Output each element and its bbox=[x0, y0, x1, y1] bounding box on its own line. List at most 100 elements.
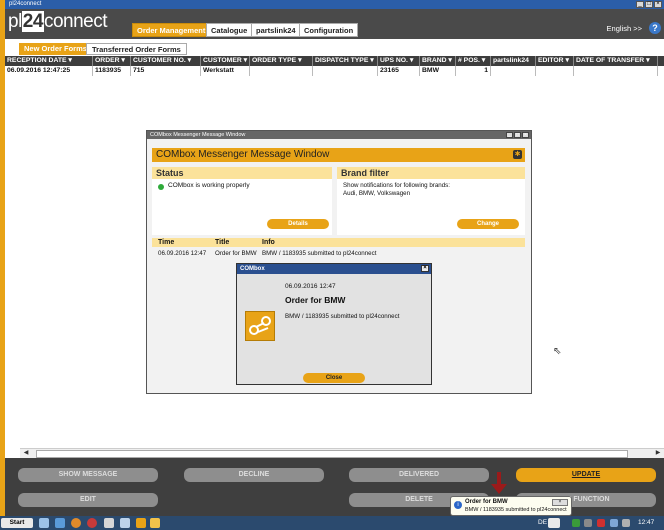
col-order-type[interactable]: ORDER TYPE ▾ bbox=[250, 56, 313, 66]
scrollbar-thumb[interactable] bbox=[36, 450, 628, 458]
taskbar-pl24-icon[interactable] bbox=[136, 518, 146, 528]
taskbar-window-icon[interactable] bbox=[104, 518, 114, 528]
col-pos[interactable]: # POS. ▾ bbox=[456, 56, 491, 66]
tray-display-icon[interactable] bbox=[610, 519, 618, 527]
cell-date-of-transfer bbox=[574, 66, 658, 76]
taskbar-clock[interactable]: 12:47 bbox=[638, 519, 654, 526]
message-title: Order for BMW bbox=[215, 250, 257, 257]
tab-configuration[interactable]: Configuration bbox=[299, 23, 359, 37]
combox-banner-title: COMbox Messenger Message Window bbox=[156, 149, 330, 160]
col-partslink24[interactable]: partslink24 bbox=[491, 56, 536, 66]
col-order[interactable]: ORDER ▾ bbox=[93, 56, 131, 66]
start-label: Start bbox=[9, 519, 25, 526]
col-editor[interactable]: EDITOR ▾ bbox=[536, 56, 574, 66]
cell-brand: BMW bbox=[420, 66, 456, 76]
table-row[interactable]: 06.09.2016 12:47:25 1183935 715 Werkstat… bbox=[5, 66, 664, 76]
tooltip-close-icon[interactable]: × bbox=[552, 499, 568, 506]
taskbar-combox-icon[interactable] bbox=[150, 518, 160, 528]
windows-taskbar: Start DE 12:47 bbox=[0, 516, 664, 530]
edit-label: EDIT bbox=[80, 496, 96, 503]
popup-titlebar: COMbox × bbox=[237, 264, 431, 274]
combox-maximize-button[interactable]: □ bbox=[514, 132, 521, 138]
brand-filter-heading: Brand filter bbox=[337, 167, 525, 179]
col-dispatch-type[interactable]: DISPATCH TYPE ▾ bbox=[313, 56, 378, 66]
decline-button[interactable]: DECLINE bbox=[184, 468, 324, 482]
show-message-button[interactable]: SHOW MESSAGE bbox=[18, 468, 158, 482]
gear-icon[interactable]: ✱ bbox=[513, 150, 522, 159]
minimize-button[interactable]: _ bbox=[636, 1, 644, 8]
tray-notification-icon[interactable] bbox=[548, 518, 560, 528]
status-panel: Status COMbox is working properly Detail… bbox=[152, 167, 332, 235]
horizontal-scrollbar[interactable]: ◀ ▶ bbox=[20, 448, 664, 458]
col-brand[interactable]: BRAND ▾ bbox=[420, 56, 456, 66]
taskbar-language[interactable]: DE bbox=[538, 519, 547, 526]
window-title: pl24connect bbox=[9, 1, 42, 7]
scroll-right-icon[interactable]: ▶ bbox=[654, 449, 662, 457]
popup-heading: Order for BMW bbox=[285, 295, 346, 305]
subtab-new-order-forms[interactable]: New Order Forms bbox=[19, 43, 92, 55]
combox-close-button[interactable]: × bbox=[522, 132, 529, 138]
logo-suffix: connect bbox=[43, 11, 108, 32]
show-message-label: SHOW MESSAGE bbox=[58, 471, 118, 478]
popup-close-button[interactable]: Close bbox=[303, 373, 365, 383]
brand-filter-line2: Audi, BMW, Volkswagen bbox=[343, 190, 411, 197]
cell-reception-date: 06.09.2016 12:47:25 bbox=[5, 66, 93, 76]
edit-button[interactable]: EDIT bbox=[18, 493, 158, 507]
update-button[interactable]: UPDATE bbox=[516, 468, 656, 482]
delete-label: DELETE bbox=[405, 496, 433, 503]
cell-ups-no: 23165 bbox=[378, 66, 420, 76]
decline-label: DECLINE bbox=[238, 471, 270, 478]
messages-table-header: Time Title Info bbox=[152, 238, 525, 247]
close-button[interactable]: × bbox=[654, 1, 662, 8]
popup-text: BMW / 1183935 submitted to pl24connect bbox=[285, 313, 400, 320]
col-ups-no[interactable]: UPS NO. ▾ bbox=[378, 56, 420, 66]
taskbar-explorer-icon[interactable] bbox=[39, 518, 49, 528]
brand-filter-line1: Show notifications for following brands: bbox=[343, 182, 450, 189]
tray-security-icon[interactable] bbox=[597, 519, 605, 527]
brand-filter-panel: Brand filter Show notifications for foll… bbox=[337, 167, 525, 235]
tray-notification-tooltip[interactable]: i Order for BMW BMW / 1183935 submitted … bbox=[450, 496, 572, 516]
maximize-button[interactable]: □ bbox=[645, 1, 653, 8]
popup-title: COMbox bbox=[240, 266, 265, 272]
subtab-transferred-order-forms[interactable]: Transferred Order Forms bbox=[86, 43, 187, 55]
messages-col-time: Time bbox=[158, 239, 175, 246]
col-date-of-transfer[interactable]: DATE OF TRANSFER ▾ bbox=[574, 56, 658, 66]
red-arrow-icon bbox=[489, 472, 509, 496]
tray-power-icon[interactable] bbox=[622, 519, 630, 527]
status-heading: Status bbox=[152, 167, 332, 179]
details-button[interactable]: Details bbox=[267, 219, 329, 229]
taskbar-app-icon[interactable] bbox=[120, 518, 130, 528]
col-customer[interactable]: CUSTOMER ▾ bbox=[201, 56, 250, 66]
popup-date: 06.09.2016 12:47 bbox=[285, 283, 336, 290]
change-button[interactable]: Change bbox=[457, 219, 519, 229]
scroll-left-icon[interactable]: ◀ bbox=[22, 449, 30, 457]
tray-network-icon[interactable] bbox=[572, 519, 580, 527]
cell-customer-no: 715 bbox=[131, 66, 201, 76]
status-ok-icon bbox=[158, 184, 164, 190]
combox-notification-popup: COMbox × 06.09.2016 12:47 Order for BMW … bbox=[236, 263, 432, 385]
message-time: 06.09.2016 12:47 bbox=[158, 250, 207, 257]
combox-minimize-button[interactable]: _ bbox=[506, 132, 513, 138]
delivered-button[interactable]: DELIVERED bbox=[349, 468, 489, 482]
tooltip-title: Order for BMW bbox=[465, 499, 508, 505]
logo-prefix: pl bbox=[8, 11, 22, 32]
tooltip-text: BMW / 1183935 submitted to pl24connect bbox=[465, 507, 567, 513]
language-selector[interactable]: English >> bbox=[607, 24, 642, 33]
taskbar-chrome-icon[interactable] bbox=[87, 518, 97, 528]
help-icon[interactable]: ? bbox=[649, 22, 661, 34]
taskbar-ie-icon[interactable] bbox=[55, 518, 65, 528]
tab-partslink24[interactable]: partslink24 bbox=[251, 23, 301, 37]
popup-close-icon[interactable]: × bbox=[421, 265, 429, 272]
message-row[interactable]: 06.09.2016 12:47 Order for BMW BMW / 118… bbox=[152, 249, 525, 258]
tab-catalogue[interactable]: Catalogue bbox=[206, 23, 253, 37]
app-logo: pl24connect bbox=[8, 11, 108, 32]
tray-volume-icon[interactable] bbox=[584, 519, 592, 527]
tab-order-management[interactable]: Order Management bbox=[132, 23, 211, 37]
cell-order-type bbox=[250, 66, 313, 76]
start-button[interactable]: Start bbox=[1, 518, 33, 528]
combox-titlebar: COMbox Messenger Message Window _ □ × bbox=[147, 131, 531, 139]
info-icon: i bbox=[454, 501, 462, 509]
col-customer-no[interactable]: CUSTOMER NO. ▾ bbox=[131, 56, 201, 66]
taskbar-firefox-icon[interactable] bbox=[71, 518, 81, 528]
col-reception-date[interactable]: RECEPTION DATE ▾ bbox=[5, 56, 93, 66]
